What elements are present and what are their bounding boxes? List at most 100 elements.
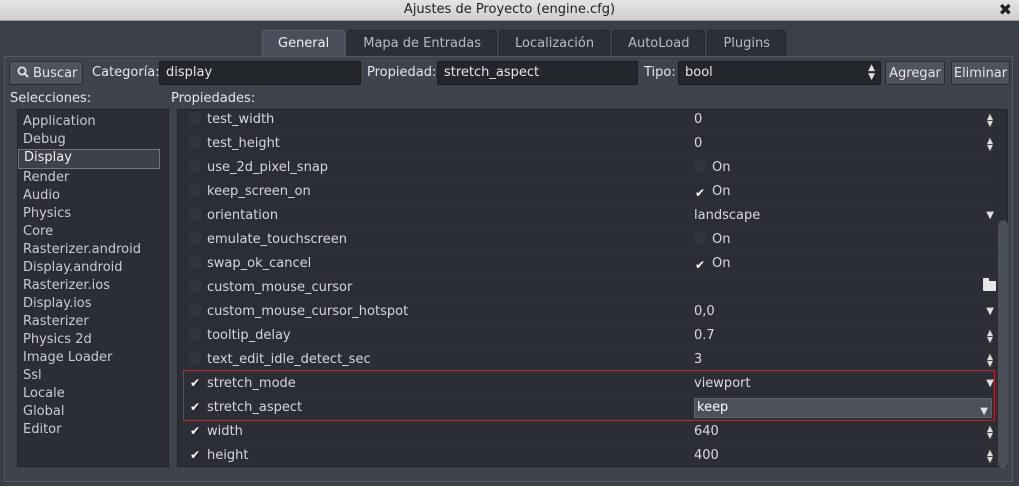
property-row[interactable]: emulate_touchscreen On xyxy=(184,228,994,253)
category-item[interactable]: Ssl xyxy=(18,367,168,385)
category-item[interactable]: Display xyxy=(18,149,160,169)
property-value[interactable]: 0 xyxy=(694,110,702,130)
property-row[interactable]: tooltip_delay 0.7 ▲ ▼ xyxy=(184,324,994,349)
category-item[interactable]: Physics 2d xyxy=(18,331,168,349)
value-editor[interactable]: keep ▼ xyxy=(694,398,992,418)
remove-button[interactable]: Eliminar xyxy=(951,61,1010,85)
spinner-arrows-icon[interactable]: ▲ ▼ xyxy=(986,137,994,152)
bool-checkbox[interactable] xyxy=(694,161,706,173)
property-row[interactable]: keep_screen_on ✔ On xyxy=(184,180,994,205)
category-item[interactable]: Application xyxy=(18,113,168,131)
folder-icon[interactable] xyxy=(983,278,996,291)
category-item[interactable]: Rasterizer.android xyxy=(18,241,168,259)
property-value[interactable]: 400 xyxy=(694,446,719,466)
add-button[interactable]: Agregar xyxy=(885,61,945,85)
bool-checkbox[interactable]: ✔ xyxy=(694,187,706,199)
property-name: text_edit_idle_detect_sec xyxy=(207,352,371,367)
tab-autoload[interactable]: AutoLoad xyxy=(612,30,706,56)
type-select[interactable]: bool ▲ ▼ xyxy=(678,61,881,85)
property-checkbox[interactable] xyxy=(189,161,201,173)
property-row[interactable]: orientation landscape ▼ xyxy=(184,204,994,229)
dropdown-arrow-icon[interactable]: ▼ xyxy=(986,210,994,221)
spinner-arrows-icon[interactable]: ▲ ▼ xyxy=(986,353,994,368)
close-icon[interactable]: ✖ xyxy=(999,0,1012,19)
category-item[interactable]: Locale xyxy=(18,385,168,403)
property-checkbox[interactable]: ✔ xyxy=(189,449,201,461)
property-checkbox[interactable] xyxy=(189,113,201,125)
property-checkbox[interactable]: ✔ xyxy=(189,401,201,413)
property-value[interactable]: 3 xyxy=(694,350,702,370)
bool-toggle[interactable]: ✔ On xyxy=(694,182,731,202)
property-checkbox[interactable] xyxy=(189,257,201,269)
property-checkbox[interactable] xyxy=(189,329,201,341)
property-value[interactable]: viewport xyxy=(694,374,751,394)
category-item[interactable]: Global xyxy=(18,403,168,421)
tab-localization[interactable]: Localización xyxy=(499,30,611,56)
property-checkbox[interactable] xyxy=(189,209,201,221)
property-value[interactable]: landscape xyxy=(694,206,760,226)
spinner-arrows-icon[interactable]: ▲ ▼ xyxy=(986,449,994,464)
property-name: stretch_mode xyxy=(207,376,296,391)
tab-plugins[interactable]: Plugins xyxy=(707,30,787,56)
property-checkbox[interactable]: ✔ xyxy=(189,377,201,389)
category-item[interactable]: Audio xyxy=(18,187,168,205)
property-name: custom_mouse_cursor xyxy=(207,280,353,295)
dropdown-arrow-icon[interactable]: ▼ xyxy=(986,378,994,389)
search-icon xyxy=(17,66,29,78)
property-checkbox[interactable] xyxy=(189,137,201,149)
bool-checkbox[interactable] xyxy=(694,233,706,245)
spinner-arrows-icon[interactable]: ▲ ▼ xyxy=(986,329,994,344)
category-item[interactable]: Editor xyxy=(18,421,168,439)
property-list: test_width 0 ▲ ▼ test_height 0 ▲ ▼ use_2d_pixel_… xyxy=(177,109,1008,467)
property-row[interactable]: custom_mouse_cursor xyxy=(184,276,996,301)
dropdown-arrow-icon[interactable]: ▼ xyxy=(980,403,988,421)
category-item[interactable]: Display.android xyxy=(18,259,168,277)
spinner-arrows-icon[interactable]: ▲ ▼ xyxy=(986,113,994,128)
search-button[interactable]: Buscar xyxy=(9,61,83,85)
property-row[interactable]: test_height 0 ▲ ▼ xyxy=(184,132,994,157)
category-item[interactable]: Physics xyxy=(18,205,168,223)
bool-toggle[interactable]: ✔ On xyxy=(694,254,731,274)
tab-general[interactable]: General xyxy=(262,30,346,56)
property-name: stretch_aspect xyxy=(207,400,303,415)
property-list-scrollbar[interactable] xyxy=(998,220,1008,468)
property-row[interactable]: ✔ height 400 ▲ ▼ xyxy=(184,444,994,466)
property-value[interactable]: 0,0 xyxy=(694,302,715,322)
property-row[interactable]: use_2d_pixel_snap On xyxy=(184,156,994,181)
property-row[interactable]: custom_mouse_cursor_hotspot 0,0 ▼ xyxy=(184,300,994,325)
category-item[interactable]: Rasterizer.ios xyxy=(18,277,168,295)
dropdown-arrow-icon[interactable]: ▼ xyxy=(986,306,994,317)
bool-checkbox[interactable]: ✔ xyxy=(694,259,706,271)
property-value[interactable]: 0 xyxy=(694,134,702,154)
property-checkbox[interactable] xyxy=(189,353,201,365)
property-checkbox[interactable] xyxy=(189,233,201,245)
tab-input-map[interactable]: Mapa de Entradas xyxy=(347,30,498,56)
category-input[interactable]: display xyxy=(159,61,361,85)
property-row[interactable]: ✔ width 640 ▲ ▼ xyxy=(184,420,994,445)
property-row[interactable]: test_width 0 ▲ ▼ xyxy=(184,110,994,133)
property-value[interactable]: 0.7 xyxy=(694,326,715,346)
spinner-arrows-icon[interactable]: ▲ ▼ xyxy=(986,425,994,440)
category-item[interactable]: Display.ios xyxy=(18,295,168,313)
bool-label: On xyxy=(712,232,731,247)
property-checkbox[interactable]: ✔ xyxy=(189,425,201,437)
property-row[interactable]: text_edit_idle_detect_sec 3 ▲ ▼ xyxy=(184,348,994,373)
property-row[interactable]: ✔ stretch_mode viewport ▼ xyxy=(184,372,994,397)
property-value[interactable]: 640 xyxy=(694,422,719,442)
category-item[interactable]: Image Loader xyxy=(18,349,168,367)
property-name: use_2d_pixel_snap xyxy=(207,160,329,175)
property-name: height xyxy=(207,448,249,463)
bool-toggle[interactable]: On xyxy=(694,230,730,250)
property-row[interactable]: ✔ stretch_aspect keep ▼ xyxy=(184,396,994,421)
property-input[interactable]: stretch_aspect xyxy=(437,61,638,85)
property-row[interactable]: swap_ok_cancel ✔ On xyxy=(184,252,994,277)
property-checkbox[interactable] xyxy=(189,185,201,197)
property-checkbox[interactable] xyxy=(189,305,201,317)
category-item[interactable]: Core xyxy=(18,223,168,241)
property-label: Propiedad: xyxy=(367,65,437,80)
category-item[interactable]: Debug xyxy=(18,131,168,149)
category-item[interactable]: Render xyxy=(18,169,168,187)
property-checkbox[interactable] xyxy=(189,281,201,293)
bool-toggle[interactable]: On xyxy=(694,158,730,178)
category-item[interactable]: Rasterizer xyxy=(18,313,168,331)
